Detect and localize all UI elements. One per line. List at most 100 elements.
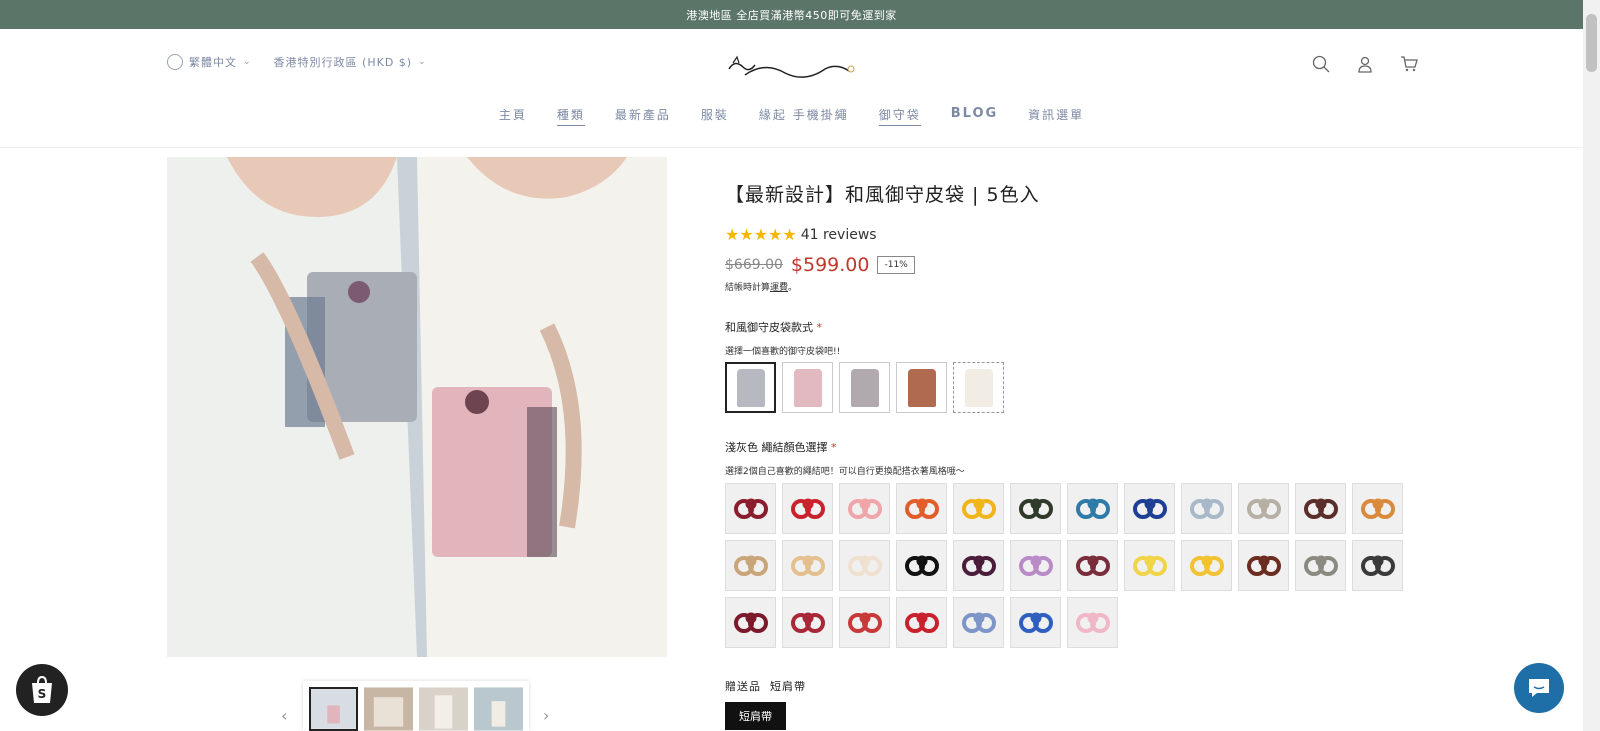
knot-icon [1132, 498, 1167, 519]
product-info: 【最新設計】和風御守皮袋 | 5色入 ★★★★★ 41 reviews $669… [725, 180, 1425, 730]
bag-style-swatch[interactable] [953, 362, 1004, 413]
knot-icon [733, 612, 768, 633]
thumbnail-next-arrow[interactable]: › [543, 706, 549, 725]
chat-button[interactable] [1514, 663, 1564, 713]
sale-price: $599.00 [790, 254, 870, 276]
knot-color-swatch[interactable] [1295, 540, 1346, 591]
knot-color-swatch[interactable] [953, 483, 1004, 534]
knot-color-swatch[interactable] [1010, 483, 1061, 534]
knot-icon [1303, 555, 1338, 576]
svg-text:S: S [38, 687, 47, 701]
scrollbar-thumb[interactable] [1586, 14, 1597, 72]
nav-item-blog[interactable]: BLOG [951, 106, 998, 126]
nav-item-clothing[interactable]: 服裝 [701, 106, 729, 126]
tax-note-prefix: 結帳時計算 [725, 283, 771, 293]
nav-item-info[interactable]: 資訊選單 [1028, 106, 1084, 126]
knot-color-swatch[interactable] [839, 540, 890, 591]
thumbnail-4[interactable] [474, 687, 524, 731]
knot-color-swatch[interactable] [725, 540, 776, 591]
product-rating[interactable]: ★★★★★ 41 reviews [725, 225, 1425, 244]
knot-color-swatch[interactable] [953, 540, 1004, 591]
announcement-bar: 港澳地區 全店買滿港幣450即可免運到家 [0, 0, 1583, 29]
knot-icon [847, 555, 882, 576]
knot-color-swatch[interactable] [1067, 597, 1118, 648]
bag-style-label-text: 和風御守皮袋款式 [725, 321, 813, 334]
product-main-image[interactable] [167, 157, 667, 657]
knot-color-swatch[interactable] [839, 483, 890, 534]
knot-color-swatch[interactable] [1295, 483, 1346, 534]
knot-color-swatch[interactable] [782, 483, 833, 534]
knot-color-swatch[interactable] [839, 597, 890, 648]
knot-icon [1075, 612, 1110, 633]
knot-color-swatch[interactable] [1124, 483, 1175, 534]
knot-icon [904, 612, 939, 633]
knot-color-swatch[interactable] [1238, 483, 1289, 534]
knot-color-swatches [725, 483, 1425, 648]
bag-style-swatch[interactable] [782, 362, 833, 413]
nav-item-categories[interactable]: 種類 [556, 106, 585, 126]
knot-icon [1075, 555, 1110, 576]
knot-color-swatch[interactable] [953, 597, 1004, 648]
knot-icon [961, 498, 996, 519]
knot-icon [1360, 555, 1395, 576]
knot-color-swatch[interactable] [1181, 483, 1232, 534]
knot-color-swatch[interactable] [896, 597, 947, 648]
bag-style-swatches [725, 362, 1425, 413]
shipping-link[interactable]: 運費 [770, 283, 788, 293]
knot-color-swatch[interactable] [1352, 483, 1403, 534]
thumbnail-3[interactable] [419, 687, 469, 731]
site-header: 繁體中文 ⌄ 香港特別行政區 (HKD $) ⌄ 主頁 種類 最新產品 服裝 緣… [0, 29, 1583, 148]
nav-item-phone-straps[interactable]: 緣起 手機掛繩 [759, 106, 849, 126]
knot-icon [1360, 498, 1395, 519]
brand-logo[interactable] [725, 53, 857, 87]
knot-icon [790, 498, 825, 519]
thumbnail-2[interactable] [364, 687, 414, 731]
knot-icon [1303, 498, 1338, 519]
gift-label: 贈送品 短肩帶 [725, 678, 1425, 694]
knot-icon [1189, 498, 1224, 519]
knot-color-swatch[interactable] [1010, 597, 1061, 648]
knot-color-swatch[interactable] [782, 540, 833, 591]
language-selector[interactable]: 繁體中文 ⌄ [167, 54, 252, 70]
gift-option-button[interactable]: 短肩帶 [725, 702, 786, 730]
bag-style-hint: 選擇一個喜歡的御守皮袋吧!! [725, 347, 841, 357]
locale-selectors: 繁體中文 ⌄ 香港特別行政區 (HKD $) ⌄ [167, 54, 427, 70]
knot-color-swatch[interactable] [1124, 540, 1175, 591]
cart-icon[interactable] [1398, 53, 1420, 75]
knot-icon [790, 555, 825, 576]
knot-color-swatch[interactable] [1067, 483, 1118, 534]
knot-color-swatch[interactable] [725, 483, 776, 534]
knot-color-swatch[interactable] [1010, 540, 1061, 591]
nav-item-new-products[interactable]: 最新產品 [615, 106, 671, 126]
nav-item-home[interactable]: 主頁 [499, 106, 527, 126]
nav-item-omamori[interactable]: 御守袋 [878, 106, 921, 126]
search-icon[interactable] [1310, 53, 1332, 75]
thumbnail-prev-arrow[interactable]: ‹ [281, 706, 287, 725]
knot-color-swatch[interactable] [1352, 540, 1403, 591]
knot-color-swatch[interactable] [896, 540, 947, 591]
knot-icon [1075, 498, 1110, 519]
thumbnail-1[interactable] [309, 687, 359, 731]
knot-color-swatch[interactable] [1238, 540, 1289, 591]
knot-color-swatch[interactable] [896, 483, 947, 534]
knot-color-swatch[interactable] [1067, 540, 1118, 591]
scrollbar[interactable] [1583, 0, 1600, 731]
bag-style-swatch[interactable] [839, 362, 890, 413]
knot-color-swatch[interactable] [1181, 540, 1232, 591]
knot-icon [1018, 612, 1053, 633]
shopify-badge[interactable]: S [16, 664, 68, 716]
chat-icon [1529, 679, 1549, 697]
discount-badge: -11% [877, 256, 915, 274]
knot-color-swatch[interactable] [725, 597, 776, 648]
globe-icon [167, 54, 183, 70]
bag-thumbnail [964, 368, 993, 407]
compare-price: $669.00 [725, 257, 783, 273]
knot-color-swatch[interactable] [782, 597, 833, 648]
account-icon[interactable] [1354, 53, 1376, 75]
bag-style-swatch[interactable] [725, 362, 776, 413]
knot-icon [847, 498, 882, 519]
bag-style-swatch[interactable] [896, 362, 947, 413]
announcement-text: 港澳地區 全店買滿港幣450即可免運到家 [686, 8, 897, 22]
knot-icon [733, 555, 768, 576]
currency-selector[interactable]: 香港特別行政區 (HKD $) ⌄ [274, 54, 427, 70]
